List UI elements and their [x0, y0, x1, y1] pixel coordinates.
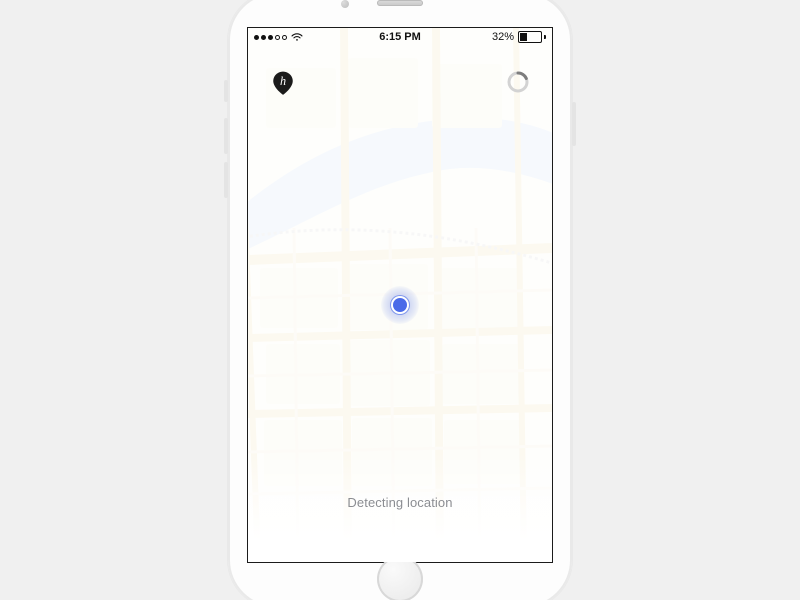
status-bar: 6:15 PM 32%: [248, 28, 552, 46]
detecting-location-label: Detecting location: [248, 495, 552, 510]
app-logo-button[interactable]: h: [270, 70, 296, 96]
phone-mute-switch: [224, 80, 228, 102]
phone-volume-down: [224, 162, 228, 198]
phone-home-button[interactable]: [377, 556, 423, 600]
phone-frame: 6:15 PM 32%: [228, 0, 572, 600]
phone-screen[interactable]: 6:15 PM 32%: [248, 28, 552, 562]
canvas: 6:15 PM 32%: [0, 0, 800, 600]
app-logo-pin-icon: h: [270, 70, 296, 96]
app-logo-letter: h: [280, 74, 286, 88]
phone-earpiece: [377, 0, 423, 6]
battery-icon: [518, 31, 546, 43]
phone-volume-up: [224, 118, 228, 154]
phone-front-camera: [341, 0, 349, 8]
status-bar-time: 6:15 PM: [248, 31, 552, 43]
phone-power-button: [572, 102, 576, 146]
loading-spinner-icon: [506, 70, 530, 94]
